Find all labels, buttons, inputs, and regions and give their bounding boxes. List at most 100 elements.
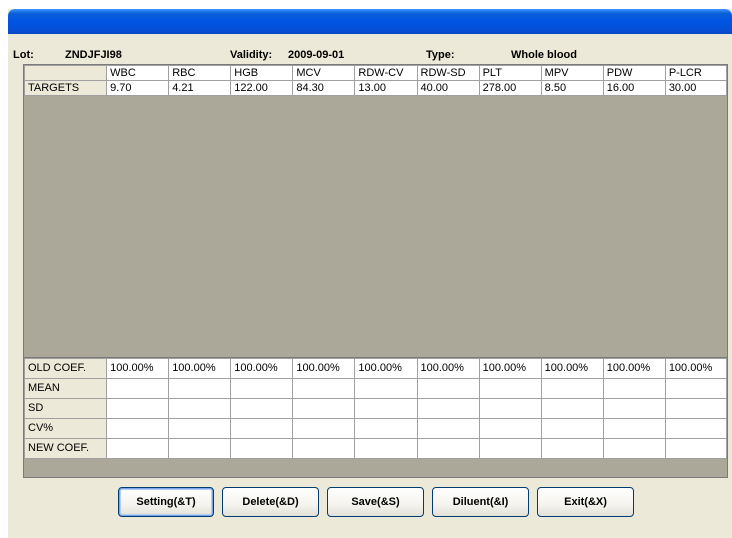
- coef-cell[interactable]: [602, 438, 666, 459]
- coef-cell[interactable]: [292, 398, 356, 419]
- target-cell[interactable]: 84.30: [292, 80, 356, 96]
- coef-cell[interactable]: [416, 398, 480, 419]
- target-cell[interactable]: 30.00: [664, 80, 728, 96]
- coef-cell[interactable]: 100.00%: [478, 358, 542, 379]
- coef-cell[interactable]: [292, 418, 356, 439]
- calibration-window: Lot: ZNDJFJI98 Validity: 2009-09-01 Type…: [8, 9, 732, 538]
- coef-cell[interactable]: 100.00%: [292, 358, 356, 379]
- coef-cell[interactable]: [540, 398, 604, 419]
- coef-cell[interactable]: [416, 378, 480, 399]
- coef-cell[interactable]: [354, 418, 418, 439]
- coef-cell[interactable]: [478, 438, 542, 459]
- delete-button[interactable]: Delete(&D): [222, 487, 319, 517]
- target-cell[interactable]: 278.00: [478, 80, 542, 96]
- coefficient-grid[interactable]: OLD COEF. 100.00% 100.00% 100.00% 100.00…: [23, 357, 728, 478]
- row-header: SD: [23, 398, 108, 419]
- target-cell[interactable]: 122.00: [230, 80, 294, 96]
- coef-cell[interactable]: 100.00%: [664, 358, 728, 379]
- targets-row[interactable]: TARGETS 9.70 4.21 122.00 84.30 13.00 40.…: [23, 80, 728, 96]
- coef-cell[interactable]: [416, 438, 480, 459]
- target-cell[interactable]: 8.50: [540, 80, 604, 96]
- row-header: NEW COEF.: [23, 438, 108, 459]
- lot-value: ZNDJFJI98: [65, 49, 122, 61]
- coef-cell[interactable]: [354, 438, 418, 459]
- coef-cell[interactable]: [292, 438, 356, 459]
- coef-cell[interactable]: [540, 418, 604, 439]
- exit-button[interactable]: Exit(&X): [537, 487, 634, 517]
- coef-cell[interactable]: [230, 438, 294, 459]
- row-header: MEAN: [23, 378, 108, 399]
- coef-cell[interactable]: 100.00%: [602, 358, 666, 379]
- target-cell[interactable]: 9.70: [106, 80, 170, 96]
- coef-cell[interactable]: [664, 438, 728, 459]
- row-header: TARGETS: [23, 80, 108, 96]
- coef-cell[interactable]: [292, 378, 356, 399]
- coef-cell[interactable]: 100.00%: [540, 358, 604, 379]
- coef-cell[interactable]: 100.00%: [106, 358, 170, 379]
- coef-cell[interactable]: [230, 398, 294, 419]
- mean-row[interactable]: MEAN: [23, 378, 728, 399]
- coef-cell[interactable]: [478, 418, 542, 439]
- column-header: HGB: [230, 65, 294, 81]
- target-cell[interactable]: 4.21: [168, 80, 232, 96]
- coef-cell[interactable]: [664, 378, 728, 399]
- coef-cell[interactable]: [106, 438, 170, 459]
- cv-row[interactable]: CV%: [23, 418, 728, 439]
- coef-cell[interactable]: [478, 378, 542, 399]
- coef-cell[interactable]: [416, 418, 480, 439]
- coefficient-table[interactable]: OLD COEF. 100.00% 100.00% 100.00% 100.00…: [23, 358, 728, 459]
- coef-cell[interactable]: [540, 438, 604, 459]
- coef-cell[interactable]: [354, 378, 418, 399]
- coef-cell[interactable]: [354, 398, 418, 419]
- setting-button[interactable]: Setting(&T): [118, 487, 214, 517]
- corner-cell: [23, 65, 108, 81]
- type-label: Type:: [426, 49, 455, 61]
- column-header: P-LCR: [664, 65, 728, 81]
- targets-header-row: WBC RBC HGB MCV RDW-CV RDW-SD PLT MPV PD…: [23, 65, 728, 81]
- new-coef-row[interactable]: NEW COEF.: [23, 438, 728, 459]
- validity-label: Validity:: [230, 49, 273, 61]
- diluent-button[interactable]: Diluent(&I): [432, 487, 529, 517]
- column-header: PLT: [478, 65, 542, 81]
- coef-cell[interactable]: [106, 418, 170, 439]
- coef-cell[interactable]: [168, 378, 232, 399]
- coef-cell[interactable]: [230, 378, 294, 399]
- old-coef-row[interactable]: OLD COEF. 100.00% 100.00% 100.00% 100.00…: [23, 358, 728, 379]
- coef-cell[interactable]: [168, 438, 232, 459]
- row-header: CV%: [23, 418, 108, 439]
- validity-value: 2009-09-01: [288, 49, 345, 61]
- column-header: MCV: [292, 65, 356, 81]
- coef-cell[interactable]: [602, 418, 666, 439]
- coef-cell[interactable]: [230, 418, 294, 439]
- coef-cell[interactable]: [106, 378, 170, 399]
- coef-cell[interactable]: [106, 398, 170, 419]
- title-bar[interactable]: [8, 9, 732, 34]
- targets-table[interactable]: WBC RBC HGB MCV RDW-CV RDW-SD PLT MPV PD…: [23, 65, 728, 96]
- coef-cell[interactable]: 100.00%: [416, 358, 480, 379]
- targets-grid[interactable]: WBC RBC HGB MCV RDW-CV RDW-SD PLT MPV PD…: [23, 64, 728, 359]
- coef-cell[interactable]: [540, 378, 604, 399]
- target-cell[interactable]: 13.00: [354, 80, 418, 96]
- sd-row[interactable]: SD: [23, 398, 728, 419]
- column-header: RDW-CV: [354, 65, 418, 81]
- column-header: RDW-SD: [416, 65, 480, 81]
- column-header: MPV: [540, 65, 604, 81]
- target-cell[interactable]: 16.00: [602, 80, 666, 96]
- row-header: OLD COEF.: [23, 358, 108, 379]
- coef-cell[interactable]: 100.00%: [168, 358, 232, 379]
- column-header: WBC: [106, 65, 170, 81]
- coef-cell[interactable]: [168, 418, 232, 439]
- column-header: PDW: [602, 65, 666, 81]
- coef-cell[interactable]: [602, 378, 666, 399]
- type-value: Whole blood: [511, 49, 577, 61]
- coef-cell[interactable]: [168, 398, 232, 419]
- coef-cell[interactable]: [602, 398, 666, 419]
- coef-cell[interactable]: [664, 398, 728, 419]
- save-button[interactable]: Save(&S): [327, 487, 424, 517]
- coef-cell[interactable]: 100.00%: [354, 358, 418, 379]
- coef-cell[interactable]: [478, 398, 542, 419]
- coef-cell[interactable]: 100.00%: [230, 358, 294, 379]
- target-cell[interactable]: 40.00: [416, 80, 480, 96]
- coef-cell[interactable]: [664, 418, 728, 439]
- lot-label: Lot:: [13, 49, 34, 61]
